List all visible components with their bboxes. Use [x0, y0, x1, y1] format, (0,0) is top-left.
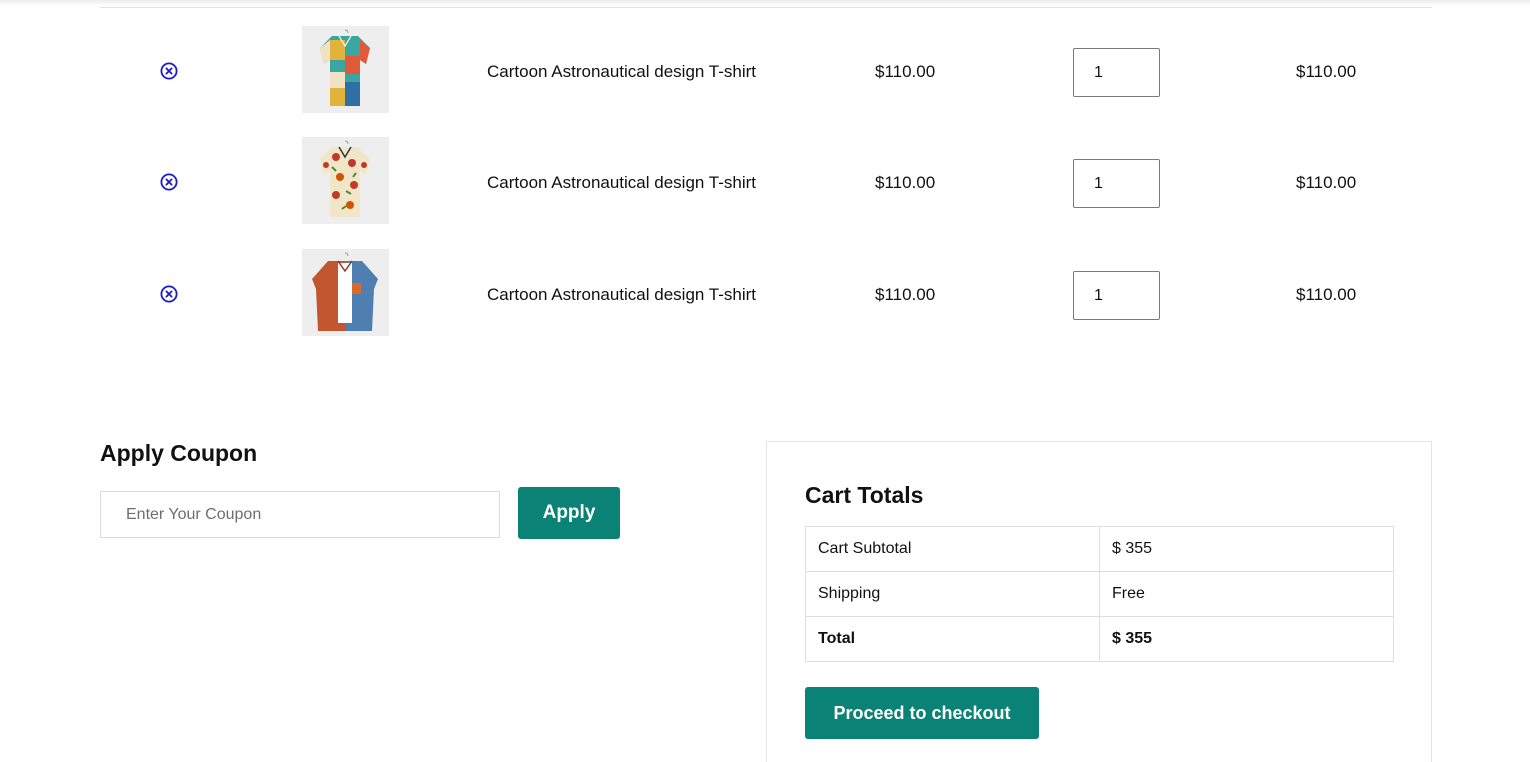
remove-item-icon[interactable] — [160, 62, 178, 80]
remove-item-icon[interactable] — [160, 285, 178, 303]
subtotal-row: Cart Subtotal $ 355 — [805, 526, 1394, 572]
unit-price: $110.00 — [875, 173, 936, 192]
cart-totals-panel: Cart Totals Cart Subtotal $ 355 Shipping… — [766, 441, 1432, 762]
apply-coupon-button[interactable]: Apply — [518, 487, 620, 539]
line-total: $110.00 — [1296, 173, 1357, 192]
remove-item-icon[interactable] — [160, 173, 178, 191]
cart-row: Cartoon Astronautical design T-shirt $11… — [100, 137, 1432, 227]
cart-page: Cartoon Astronautical design T-shirt $11… — [0, 0, 1530, 762]
unit-price: $110.00 — [875, 285, 936, 304]
coupon-input[interactable] — [100, 491, 500, 538]
quantity-input[interactable] — [1073, 271, 1160, 320]
product-image[interactable] — [302, 249, 389, 336]
line-total: $110.00 — [1296, 285, 1357, 304]
subtotal-label: Cart Subtotal — [805, 526, 1100, 572]
proceed-to-checkout-button[interactable]: Proceed to checkout — [805, 687, 1039, 739]
total-row: Total $ 355 — [805, 616, 1394, 662]
subtotal-value: $ 355 — [1099, 526, 1394, 572]
cart-totals-table: Cart Subtotal $ 355 Shipping Free Total … — [805, 526, 1394, 662]
quantity-input[interactable] — [1073, 159, 1160, 208]
coupon-heading: Apply Coupon — [100, 440, 258, 466]
shipping-label: Shipping — [805, 571, 1100, 617]
table-header-divider — [100, 7, 1432, 8]
cart-totals-heading: Cart Totals — [805, 482, 924, 508]
product-name-link[interactable]: Cartoon Astronautical design T-shirt — [487, 62, 756, 82]
shipping-value: Free — [1099, 571, 1394, 617]
cart-row: Cartoon Astronautical design T-shirt $11… — [100, 249, 1432, 339]
product-image[interactable] — [302, 137, 389, 224]
product-name-link[interactable]: Cartoon Astronautical design T-shirt — [487, 285, 756, 305]
quantity-input[interactable] — [1073, 48, 1160, 97]
product-image[interactable] — [302, 26, 389, 113]
total-label: Total — [805, 616, 1100, 662]
shipping-row: Shipping Free — [805, 571, 1394, 617]
line-total: $110.00 — [1296, 62, 1357, 81]
cart-row: Cartoon Astronautical design T-shirt $11… — [100, 26, 1432, 116]
header-shadow — [0, 0, 1530, 6]
total-value: $ 355 — [1099, 616, 1394, 662]
unit-price: $110.00 — [875, 62, 936, 81]
product-name-link[interactable]: Cartoon Astronautical design T-shirt — [487, 173, 756, 193]
